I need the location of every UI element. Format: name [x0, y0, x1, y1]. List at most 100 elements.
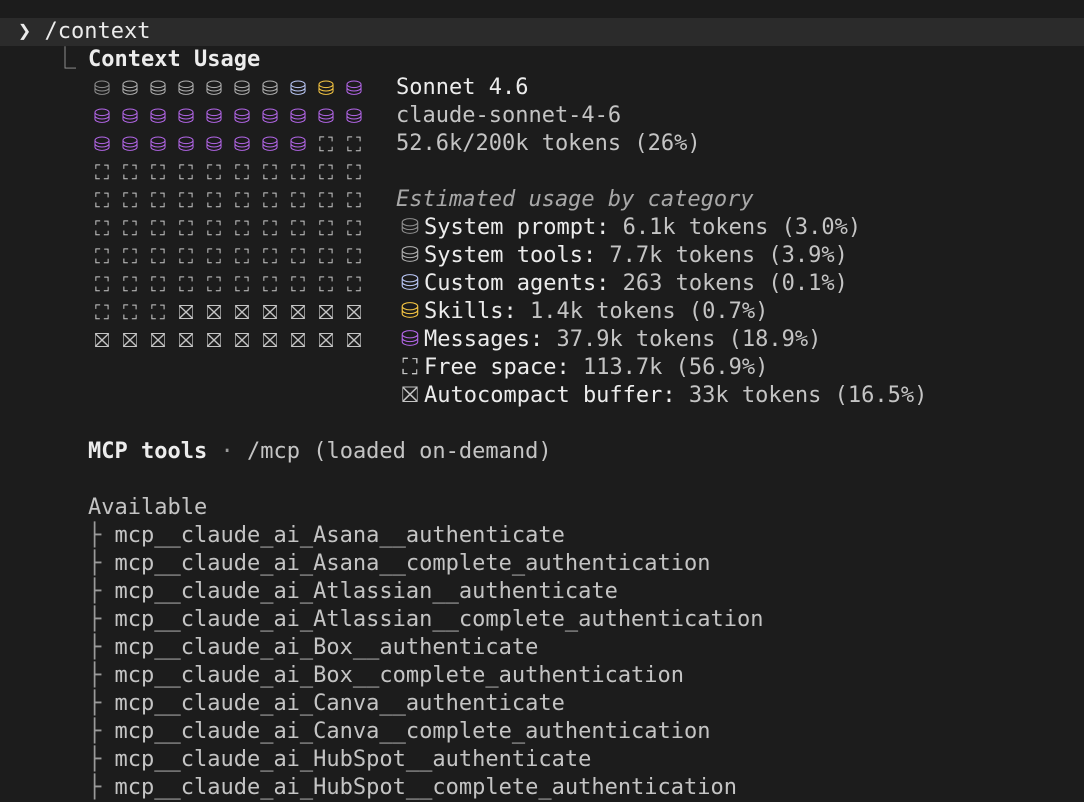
grid-cell-free-space: ⛶: [291, 188, 305, 212]
grid-cell-free-space: ⛶: [263, 272, 277, 296]
grid-cell-free-space: ⛶: [263, 188, 277, 212]
grid-cell-free-space: ⛶: [207, 272, 221, 296]
tree-branch-icon: ├: [88, 747, 115, 772]
grid-cell-free-space: ⛶: [319, 216, 333, 240]
database-icon: ⛁: [400, 243, 420, 268]
grid-cell-autocompact-buffer: ⛝: [122, 328, 138, 352]
tree-branch-icon: ├: [88, 635, 115, 660]
legend-item-system-tools: ⛁ System tools: 7.7k tokens (3.9%): [396, 242, 848, 270]
grid-cell-messages: ⛁: [93, 132, 111, 156]
mcp-tool-item: ├ mcp__claude_ai_Canva__authenticate: [88, 690, 565, 718]
available-label: Available: [88, 495, 208, 520]
grid-cell-messages: ⛁: [233, 132, 251, 156]
grid-cell-autocompact-buffer: ⛝: [234, 328, 250, 352]
grid-cell-autocompact-buffer: ⛝: [318, 328, 334, 352]
grid-cell-free-space: ⛶: [347, 160, 361, 184]
grid-cell-free-space: ⛶: [319, 188, 333, 212]
grid-cell-autocompact-buffer: ⛝: [346, 300, 362, 324]
grid-cell-autocompact-buffer: ⛝: [318, 300, 334, 324]
tree-branch-icon: ├: [88, 523, 115, 548]
grid-cell-system-tools: ⛁: [261, 76, 279, 100]
grid-cell-free-space: ⛶: [235, 244, 249, 268]
legend-label: Skills:: [424, 299, 517, 324]
grid-cell-free-space: ⛶: [123, 216, 137, 240]
grid-cell-messages: ⛁: [261, 104, 279, 128]
grid-cell-free-space: ⛶: [291, 272, 305, 296]
legend-value: 1.4k tokens (0.7%): [516, 299, 769, 324]
grid-cell-free-space: ⛶: [179, 244, 193, 268]
grid-cell-autocompact-buffer: ⛝: [290, 300, 306, 324]
grid-cell-free-space: ⛶: [347, 272, 361, 296]
grid-cell-free-space: ⛶: [235, 188, 249, 212]
grid-cell-free-space: ⛶: [179, 188, 193, 212]
grid-cell-system-tools: ⛁: [121, 76, 139, 100]
mcp-tool-name: mcp__claude_ai_Asana__complete_authentic…: [114, 551, 711, 576]
mcp-separator: ·: [220, 439, 234, 464]
grid-cell-messages: ⛁: [93, 104, 111, 128]
tree-branch-icon: ├: [88, 691, 115, 716]
grid-cell-free-space: ⛶: [95, 160, 109, 184]
grid-cell-autocompact-buffer: ⛝: [290, 328, 306, 352]
mcp-command: /mcp: [246, 439, 300, 464]
legend-value: 113.7k (56.9%): [569, 355, 769, 380]
legend-label: System prompt:: [424, 215, 610, 240]
grid-cell-free-space: ⛶: [95, 244, 109, 268]
tree-branch-icon: ├: [88, 551, 115, 576]
grid-cell-autocompact-buffer: ⛝: [262, 328, 278, 352]
grid-cell-free-space: ⛶: [235, 272, 249, 296]
grid-cell-messages: ⛁: [205, 132, 223, 156]
mcp-tool-item: ├ mcp__claude_ai_Asana__authenticate: [88, 522, 565, 550]
grid-cell-messages: ⛁: [289, 132, 307, 156]
prompt-chevron-icon: ❯: [18, 19, 32, 44]
grid-cell-messages: ⛁: [121, 132, 139, 156]
grid-cell-autocompact-buffer: ⛝: [262, 300, 278, 324]
grid-cell-messages: ⛁: [149, 104, 167, 128]
grid-cell-free-space: ⛶: [151, 272, 165, 296]
grid-cell-system-prompt: ⛁: [93, 76, 111, 100]
grid-cell-free-space: ⛶: [235, 160, 249, 184]
tree-branch-icon: ├: [88, 775, 115, 800]
grid-cell-free-space: ⛶: [179, 272, 193, 296]
grid-cell-messages: ⛁: [205, 104, 223, 128]
mcp-tool-name: mcp__claude_ai_Canva__authenticate: [114, 691, 565, 716]
grid-cell-free-space: ⛶: [179, 160, 193, 184]
grid-cell-free-space: ⛶: [207, 216, 221, 240]
tree-branch-icon: ├: [88, 607, 115, 632]
legend-value: 7.7k tokens (3.9%): [596, 243, 848, 268]
mcp-note: (loaded on-demand): [313, 439, 552, 464]
grid-cell-free-space: ⛶: [123, 300, 137, 324]
grid-cell-messages: ⛁: [121, 104, 139, 128]
mcp-tool-item: ├ mcp__claude_ai_Box__complete_authentic…: [88, 662, 684, 690]
command-text: /context: [44, 19, 151, 44]
grid-cell-free-space: ⛶: [123, 272, 137, 296]
grid-cell-free-space: ⛶: [319, 132, 333, 156]
grid-cell-autocompact-buffer: ⛝: [234, 300, 250, 324]
grid-cell-custom-agents: ⛁: [289, 76, 307, 100]
legend-item-custom-agents: ⛁ Custom agents: 263 tokens (0.1%): [396, 270, 848, 298]
grid-cell-free-space: ⛶: [123, 188, 137, 212]
model-id: claude-sonnet-4-6: [396, 103, 622, 128]
legend-item-messages: ⛁ Messages: 37.9k tokens (18.9%): [396, 326, 822, 354]
mcp-tool-name: mcp__claude_ai_Atlassian__authenticate: [114, 579, 618, 604]
grid-cell-autocompact-buffer: ⛝: [178, 300, 194, 324]
crossed-square-icon: ⛝: [401, 383, 419, 408]
legend-item-skills: ⛁ Skills: 1.4k tokens (0.7%): [396, 298, 769, 326]
database-icon: ⛁: [400, 271, 420, 296]
mcp-tools-header: MCP tools · /mcp (loaded on-demand): [88, 438, 552, 466]
grid-cell-system-tools: ⛁: [233, 76, 251, 100]
grid-cell-messages: ⛁: [317, 104, 335, 128]
grid-cell-free-space: ⛶: [319, 244, 333, 268]
grid-cell-autocompact-buffer: ⛝: [178, 328, 194, 352]
legend-label: Free space:: [424, 355, 570, 380]
grid-cell-free-space: ⛶: [207, 188, 221, 212]
grid-cell-free-space: ⛶: [319, 272, 333, 296]
grid-cell-free-space: ⛶: [151, 244, 165, 268]
mcp-tool-name: mcp__claude_ai_HubSpot__authenticate: [114, 747, 592, 772]
mcp-tool-item: ├ mcp__claude_ai_HubSpot__complete_authe…: [88, 774, 737, 802]
grid-cell-free-space: ⛶: [291, 244, 305, 268]
grid-cell-autocompact-buffer: ⛝: [150, 328, 166, 352]
grid-cell-free-space: ⛶: [123, 160, 137, 184]
mcp-tool-item: ├ mcp__claude_ai_HubSpot__authenticate: [88, 746, 591, 774]
mcp-tool-name: mcp__claude_ai_Canva__complete_authentic…: [114, 719, 711, 744]
token-total: 52.6k/200k tokens (26%): [396, 131, 701, 156]
